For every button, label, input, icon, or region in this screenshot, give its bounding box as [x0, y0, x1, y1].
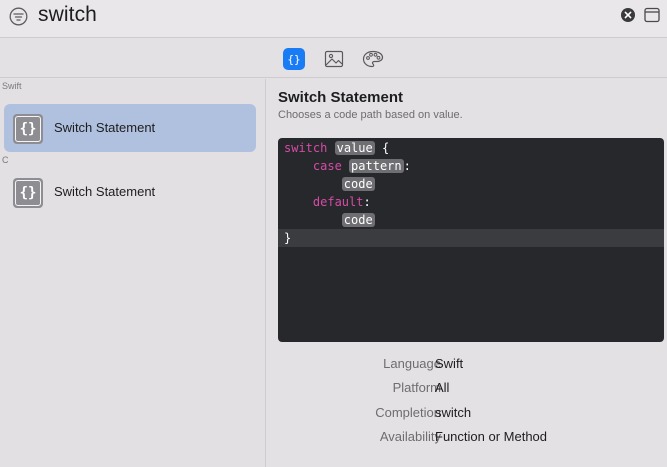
property-platform: Platform All — [267, 380, 667, 400]
search-input[interactable]: switch — [38, 3, 97, 27]
filter-icon[interactable] — [9, 7, 28, 26]
braces-icon: {} — [287, 53, 300, 65]
property-value: Function or Method — [435, 429, 548, 444]
list-item-swift-switch-statement[interactable]: {} Switch Statement — [4, 104, 256, 152]
property-value: Swift — [435, 356, 464, 371]
code-keyword: default — [312, 195, 364, 209]
code-placeholder[interactable]: code — [341, 213, 375, 227]
palette-icon — [362, 50, 384, 68]
code-line: case pattern: — [278, 157, 664, 175]
code-punctuation: : — [403, 159, 411, 173]
code-snippet-icon: {} — [13, 114, 43, 144]
snippet-title: Switch Statement — [278, 89, 404, 106]
snippet-list: Swift {} Switch Statement C {} Switch St… — [0, 79, 266, 467]
list-item-label: Switch Statement — [54, 120, 156, 135]
property-availability: Availability Function or Method — [267, 429, 667, 449]
property-value: All — [435, 380, 450, 395]
code-punctuation: : — [363, 195, 371, 209]
property-value: switch — [435, 405, 472, 420]
tab-code-snippets[interactable]: {} — [283, 48, 305, 70]
snippet-detail: Switch Statement Chooses a code path bas… — [267, 79, 667, 467]
window-layout-icon[interactable] — [644, 7, 660, 23]
property-language: Language Swift — [267, 356, 667, 376]
clear-search-icon[interactable] — [621, 8, 635, 22]
code-line: code — [278, 175, 664, 193]
property-label: Language — [383, 356, 441, 371]
image-icon — [324, 50, 344, 68]
code-punctuation: } — [284, 231, 292, 245]
section-header-swift: Swift — [2, 81, 22, 91]
code-placeholder[interactable]: pattern — [349, 159, 404, 173]
tab-colors[interactable] — [362, 48, 384, 70]
code-line: switch value { — [278, 139, 664, 157]
code-line: default: — [278, 193, 664, 211]
svg-text:{}: {} — [287, 53, 300, 65]
code-snippet-icon: {} — [13, 178, 43, 208]
property-label: Availability — [379, 429, 441, 444]
code-placeholder[interactable]: code — [341, 177, 375, 191]
property-label: Completion — [375, 405, 441, 420]
code-line: code — [278, 211, 664, 229]
list-item-c-switch-statement[interactable]: {} Switch Statement — [4, 168, 256, 216]
code-keyword: switch — [284, 141, 328, 155]
property-completion: Completion switch — [267, 405, 667, 425]
section-header-c: C — [2, 155, 9, 165]
list-item-label: Switch Statement — [54, 184, 156, 199]
code-preview[interactable]: switch value { case pattern: code defaul… — [278, 138, 664, 342]
snippet-description: Chooses a code path based on value. — [278, 109, 463, 121]
search-bar: switch — [0, 0, 667, 38]
library-tabs: {} — [0, 38, 667, 78]
code-punctuation: { — [381, 141, 390, 155]
code-placeholder[interactable]: value — [334, 141, 375, 155]
code-line-current: } — [278, 229, 664, 247]
property-label: Platform — [392, 380, 441, 395]
code-keyword: case — [312, 159, 342, 173]
tab-media[interactable] — [323, 48, 345, 70]
